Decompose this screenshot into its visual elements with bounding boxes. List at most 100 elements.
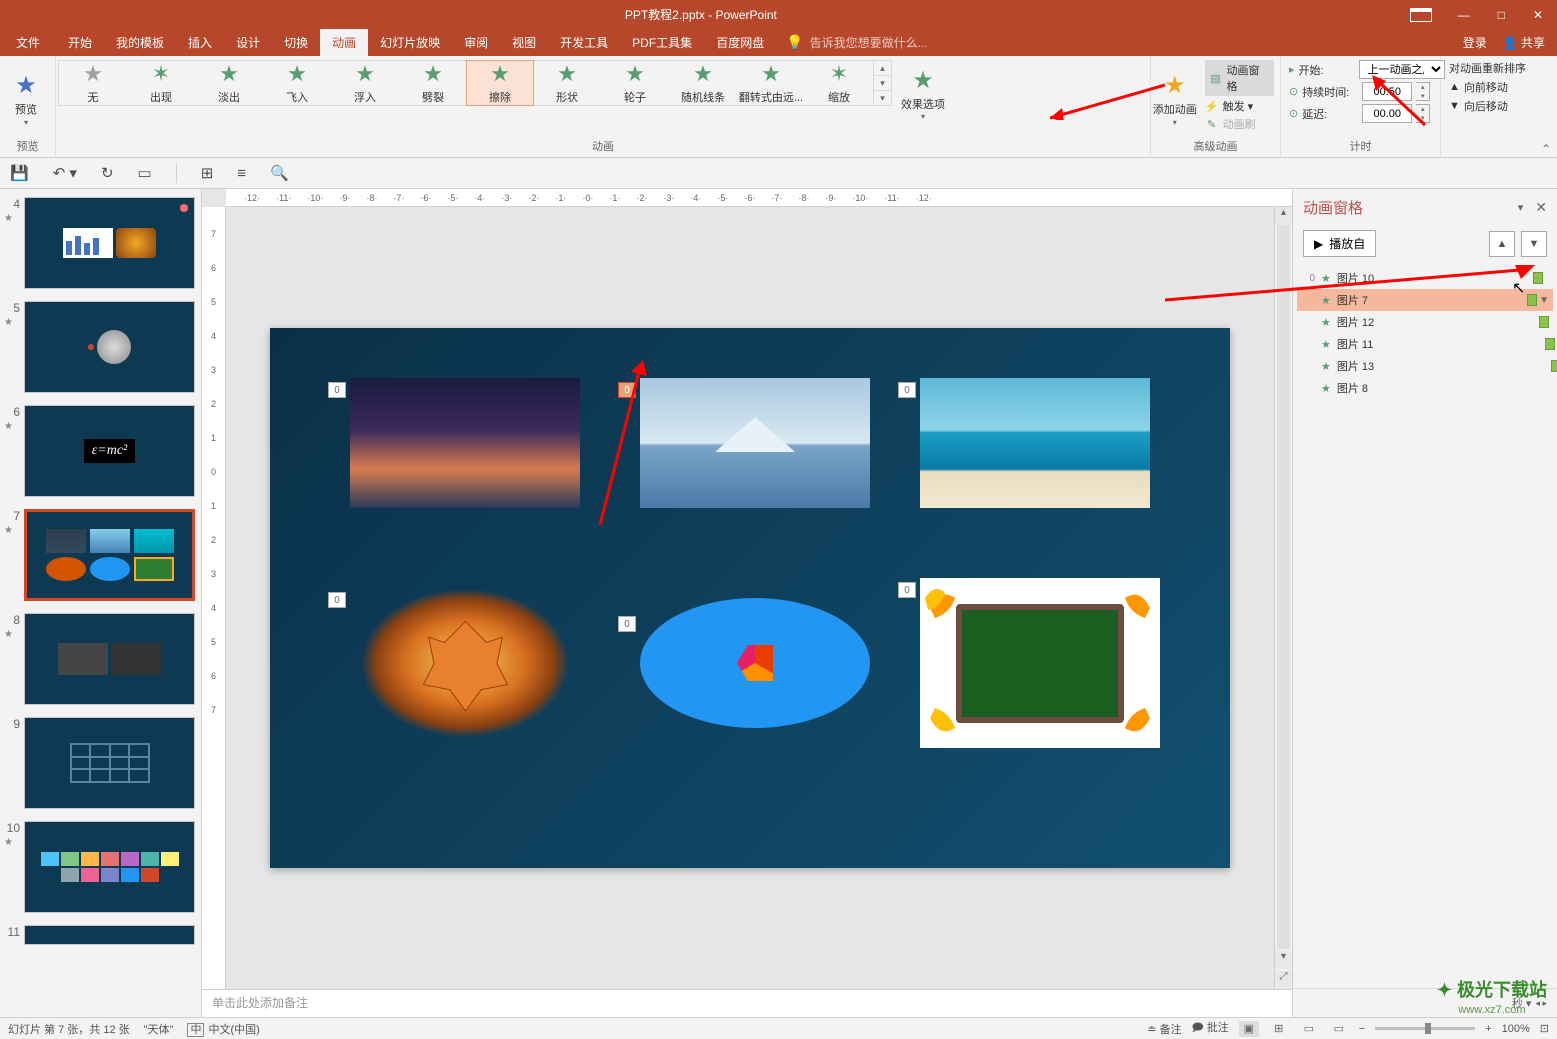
play-from-button[interactable]: ▶播放自 <box>1303 230 1376 257</box>
tab-home[interactable]: 开始 <box>56 29 104 56</box>
anim-appear[interactable]: ✶出现 <box>127 61 195 105</box>
tab-review[interactable]: 审阅 <box>452 29 500 56</box>
delay-spinner[interactable]: ▴▾ <box>1416 104 1430 123</box>
slide-thumbnails-pane[interactable]: 4★ 5★ 6★ ε=mc² 7★ 8★ 9 10★ 11 <box>0 189 202 1017</box>
notes-toggle[interactable]: ≐ 备注 <box>1147 1021 1181 1037</box>
move-up-button[interactable]: ▲ <box>1489 231 1515 257</box>
slide-counter[interactable]: 幻灯片 第 7 张，共 12 张 <box>8 1021 130 1037</box>
chevron-down-icon[interactable]: ▼ <box>1539 295 1549 306</box>
undo-button[interactable]: ↶ ▾ <box>53 164 77 182</box>
save-button[interactable]: 💾 <box>10 164 29 182</box>
anim-list-item[interactable]: ★图片 11 <box>1297 333 1553 355</box>
anim-order-tag[interactable]: 0 <box>898 582 916 598</box>
ribbon-display-options-icon[interactable] <box>1410 8 1432 22</box>
slide-thumbnail-11[interactable] <box>24 925 195 945</box>
anim-split[interactable]: ★劈裂 <box>399 61 467 105</box>
tab-animations[interactable]: 动画 <box>320 29 368 56</box>
qat-table-button[interactable]: ⊞ <box>201 164 214 182</box>
tab-my-templates[interactable]: 我的模板 <box>104 29 176 56</box>
tell-me-input[interactable]: 告诉我您想要做什么... <box>810 34 928 51</box>
duration-spinner[interactable]: ▴▾ <box>1416 82 1430 101</box>
move-later-button[interactable]: ▼向后移动 <box>1449 98 1526 114</box>
share-button[interactable]: 👤 共享 <box>1503 34 1545 51</box>
image-office-logo[interactable] <box>640 598 870 728</box>
anim-float[interactable]: ★浮入 <box>331 61 399 105</box>
anim-order-tag[interactable]: 0 <box>898 382 916 398</box>
zoom-level[interactable]: 100% <box>1502 1023 1530 1035</box>
anim-fade[interactable]: ★淡出 <box>195 61 263 105</box>
anim-list-item[interactable]: 0★图片 10 <box>1297 267 1553 289</box>
reading-view-icon[interactable]: ▭ <box>1299 1021 1319 1037</box>
tab-view[interactable]: 视图 <box>500 29 548 56</box>
login-button[interactable]: 登录 <box>1463 34 1487 51</box>
editor-vertical-scrollbar[interactable]: ▴ ▾ ⤢ <box>1274 207 1292 989</box>
trigger-button[interactable]: ⚡触发 ▾ <box>1205 98 1274 114</box>
anim-pane-options-icon[interactable]: ▾ <box>1518 201 1524 214</box>
redo-button[interactable]: ↻ <box>101 164 114 182</box>
anim-wipe[interactable]: ★擦除 <box>466 60 534 106</box>
preview-button[interactable]: ★ 预览 ▾ <box>0 56 52 136</box>
move-earlier-button[interactable]: ▲向前移动 <box>1449 79 1526 95</box>
collapse-ribbon-icon[interactable]: ⌃ <box>1541 142 1551 156</box>
normal-view-icon[interactable]: ▣ <box>1239 1021 1259 1037</box>
anim-order-tag[interactable]: 0 <box>618 616 636 632</box>
tab-design[interactable]: 设计 <box>224 29 272 56</box>
slide-thumbnail-5[interactable] <box>24 301 195 393</box>
tab-insert[interactable]: 插入 <box>176 29 224 56</box>
anim-list-item[interactable]: ★图片 13 <box>1297 355 1553 377</box>
tab-slideshow[interactable]: 幻灯片放映 <box>368 29 452 56</box>
animation-list[interactable]: 0★图片 10 ★图片 7▼ ★图片 12 ★图片 11 ★图片 13 ★图片 … <box>1293 265 1557 988</box>
anim-randombars[interactable]: ★随机线条 <box>669 61 737 105</box>
anim-list-item[interactable]: ★图片 8 <box>1297 377 1553 399</box>
image-leaf[interactable] <box>360 588 570 738</box>
slideshow-view-icon[interactable]: ▭ <box>1329 1021 1349 1037</box>
close-button[interactable]: ✕ <box>1523 4 1553 26</box>
tab-dev-tools[interactable]: 开发工具 <box>548 29 620 56</box>
slide-thumbnail-6[interactable]: ε=mc² <box>24 405 195 497</box>
anim-none[interactable]: ★无 <box>59 61 127 105</box>
animation-painter-button[interactable]: ✎动画刷 <box>1205 116 1274 132</box>
lang-indicator[interactable]: 中中文(中国) <box>187 1021 259 1037</box>
effect-options-button[interactable]: ★ 效果选项 ▾ <box>894 60 952 121</box>
slide-thumbnail-8[interactable] <box>24 613 195 705</box>
anim-wheel[interactable]: ★轮子 <box>601 61 669 105</box>
anim-zoom[interactable]: ✶缩放 <box>805 61 873 105</box>
tab-transitions[interactable]: 切换 <box>272 29 320 56</box>
maximize-button[interactable]: □ <box>1488 4 1515 26</box>
image-board-frame[interactable] <box>920 578 1160 748</box>
image-city-night[interactable] <box>350 378 580 508</box>
qat-align-button[interactable]: ≡ <box>237 165 246 182</box>
duration-input[interactable] <box>1362 82 1412 101</box>
anim-flyin[interactable]: ★飞入 <box>263 61 331 105</box>
start-from-beginning-button[interactable]: ▭ <box>138 164 152 182</box>
sorter-view-icon[interactable]: ⊞ <box>1269 1021 1289 1037</box>
zoom-slider[interactable] <box>1375 1027 1475 1030</box>
animation-gallery[interactable]: ★无 ✶出现 ★淡出 ★飞入 ★浮入 ★劈裂 ★擦除 ★形状 ★轮子 ★随机线条… <box>58 60 892 106</box>
anim-shape[interactable]: ★形状 <box>533 61 601 105</box>
anim-order-tag[interactable]: 0 <box>328 592 346 608</box>
delay-input[interactable] <box>1362 104 1412 123</box>
zoom-in-button[interactable]: + <box>1485 1023 1491 1035</box>
start-select[interactable]: 上一动画之后 <box>1359 60 1445 79</box>
anim-list-item[interactable]: ★图片 7▼ <box>1297 289 1553 311</box>
comments-toggle[interactable]: 🗩 批注 <box>1191 1019 1228 1038</box>
anim-order-tag[interactable]: 0 <box>328 382 346 398</box>
slide-thumbnail-9[interactable] <box>24 717 195 809</box>
notes-pane[interactable]: 单击此处添加备注 <box>202 989 1292 1017</box>
tab-pdf-tools[interactable]: PDF工具集 <box>620 29 704 56</box>
gallery-scroll[interactable]: ▴▾▾ <box>873 61 891 105</box>
image-beach[interactable] <box>920 378 1150 508</box>
qat-textbox-button[interactable]: 🔍 <box>270 164 289 182</box>
anim-order-tag[interactable]: 0 <box>618 382 636 398</box>
move-down-button[interactable]: ▼ <box>1521 231 1547 257</box>
slide-thumbnail-4[interactable] <box>24 197 195 289</box>
anim-pane-close-icon[interactable]: ✕ <box>1535 199 1547 216</box>
animation-pane-toggle[interactable]: ▤动画窗格 <box>1205 60 1274 96</box>
zoom-out-button[interactable]: − <box>1359 1023 1365 1035</box>
tab-file[interactable]: 文件 <box>0 29 56 56</box>
anim-grow-turn[interactable]: ★翻转式由远... <box>737 61 805 105</box>
minimize-button[interactable]: — <box>1448 4 1480 26</box>
slide-thumbnail-7[interactable] <box>24 509 195 601</box>
image-mountain[interactable] <box>640 378 870 508</box>
slide-canvas[interactable]: 0 0 0 0 0 <box>270 328 1230 868</box>
